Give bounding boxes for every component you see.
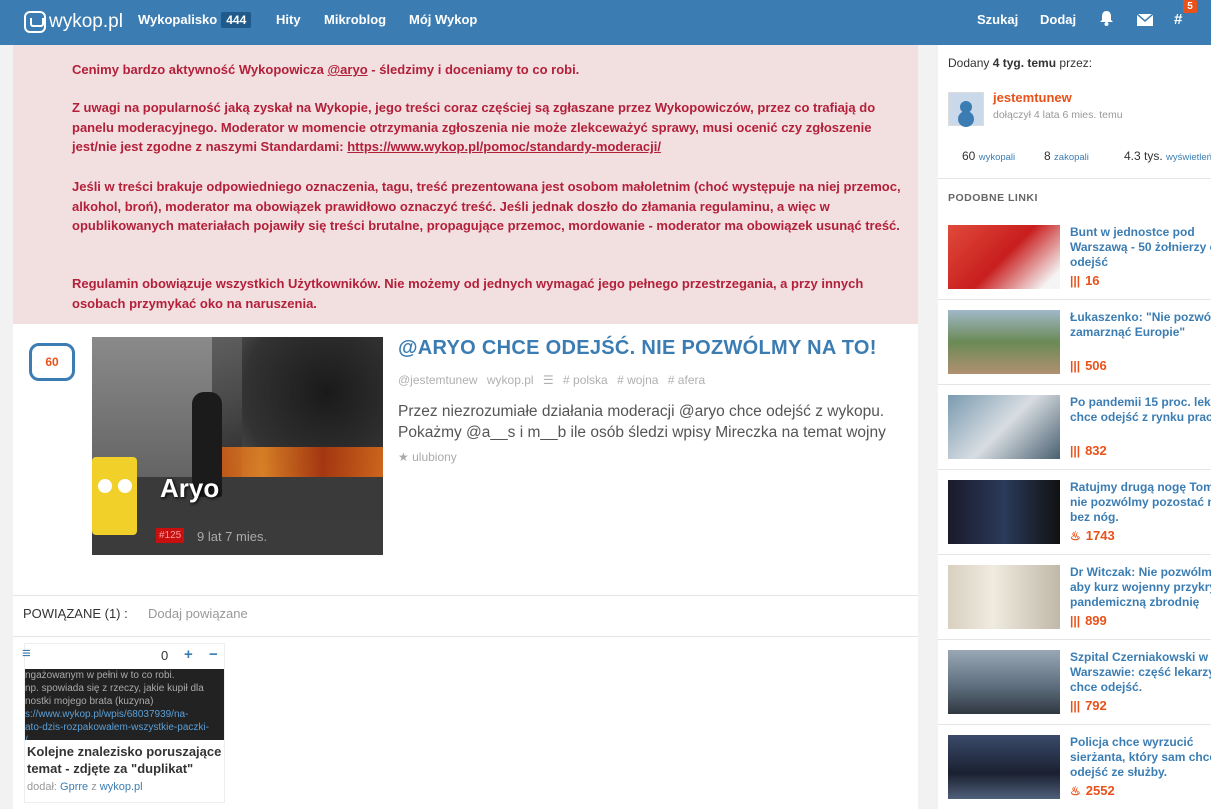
similar-count: ♨ 1743 — [1070, 528, 1115, 543]
added-info: Dodany 4 tyg. temu przez: — [948, 56, 1093, 70]
similar-count: ||| 506 — [1070, 358, 1107, 373]
post-description: Przez niezrozumiałe działania moderacji … — [398, 403, 886, 441]
similar-thumb[interactable] — [948, 480, 1060, 544]
warning-paragraph-3: Jeśli w treści brakuje odpowiedniego ozn… — [72, 179, 901, 233]
author-avatar[interactable] — [948, 92, 984, 126]
wykop-logo[interactable]: wykop.pl — [24, 9, 123, 35]
thumb-rank: #125 — [156, 528, 185, 543]
spongebob-avatar — [92, 457, 137, 535]
divider — [938, 299, 1211, 300]
divider — [938, 724, 1211, 725]
similar-title[interactable]: Ratujmy drugą nogę Tom nie pozwólmy pozos… — [1070, 480, 1211, 525]
thumb-username: Aryo — [160, 473, 220, 503]
tag-afera[interactable]: # afera — [668, 373, 705, 387]
divider — [938, 384, 1211, 385]
flame-icon: ||| — [1070, 614, 1081, 628]
similar-title[interactable]: Dr Witczak: Nie pozwólm aby kurz wojenny … — [1070, 565, 1211, 610]
similar-count: ||| 792 — [1070, 698, 1107, 713]
aryo-mention-link[interactable]: @aryo — [328, 62, 368, 77]
vote-counter[interactable]: 60 — [29, 343, 75, 381]
post-title[interactable]: @ARYO CHCE ODEJŚĆ. NIE POZWÓLMY NA TO! — [398, 337, 877, 360]
warning-paragraph-4: Regulamin obowiązuje wszystkich Użytkown… — [72, 276, 864, 311]
related-card-byline: dodał: Gprre z wykop.pl — [27, 781, 143, 793]
bell-icon[interactable] — [1100, 11, 1113, 30]
main-content: Cenimy bardzo aktywność Wykopowicza @ary… — [13, 45, 918, 809]
similar-thumb[interactable] — [948, 225, 1060, 289]
logo-text: wykop.pl — [49, 11, 123, 32]
similar-title[interactable]: Łukaszenko: "Nie pozwól zamarznąć Europie… — [1070, 310, 1211, 340]
similar-title[interactable]: Po pandemii 15 proc. leka chce odejść z r… — [1070, 395, 1211, 425]
sidebar: Dodany 4 tyg. temu przez: jestemtunew do… — [938, 45, 1211, 809]
search-button[interactable]: Szukaj — [977, 12, 1018, 27]
nav-wykopalisko[interactable]: Wykopalisko 444 — [138, 12, 252, 28]
similar-count: ||| 16 — [1070, 273, 1100, 288]
related-card-image[interactable]: ngażowanym w pełni w to co robi. np. spo… — [25, 669, 224, 740]
post-meta: @jestemtunew wykop.pl ☰ # polska # wojna… — [398, 373, 711, 387]
divider — [938, 554, 1211, 555]
post-source[interactable]: wykop.pl — [487, 373, 534, 387]
similar-thumb[interactable] — [948, 565, 1060, 629]
author-username[interactable]: jestemtunew — [993, 90, 1072, 105]
stat-wyswietlen: 4.3 tys. wyświetleń — [1124, 149, 1211, 163]
similar-count: ||| 832 — [1070, 443, 1107, 458]
flame-icon: ||| — [1070, 444, 1081, 458]
favorite-label: ulubiony — [412, 450, 457, 464]
tag-wojna[interactable]: # wojna — [617, 373, 658, 387]
divider — [938, 178, 1211, 179]
post-thumbnail[interactable]: Aryo #125 9 lat 7 mies. — [92, 337, 383, 555]
vote-plus-button[interactable]: + — [184, 646, 193, 663]
warning-paragraph-2: Z uwagi na popularność jaką zyskał na Wy… — [72, 100, 876, 154]
related-vote-count: 0 — [161, 648, 169, 663]
thumb-account-age: 9 lat 7 mies. — [197, 529, 268, 544]
tag-polska[interactable]: # polska — [563, 373, 608, 387]
nav-mikroblog[interactable]: Mikroblog — [324, 12, 386, 27]
similar-count: ♨ 2552 — [1070, 783, 1115, 798]
divider — [13, 636, 918, 637]
divider — [938, 469, 1211, 470]
list-icon: ☰ — [542, 373, 554, 387]
similar-thumb[interactable] — [948, 735, 1060, 799]
divider — [13, 595, 918, 596]
hot-icon: ♨ — [1070, 529, 1081, 543]
flame-icon: ||| — [1070, 274, 1081, 288]
add-related-link[interactable]: Dodaj powiązane — [148, 606, 248, 621]
divider — [938, 639, 1211, 640]
similar-count: ||| 899 — [1070, 613, 1107, 628]
similar-title[interactable]: Szpital Czerniakowski w Warszawie: część … — [1070, 650, 1211, 695]
notification-badge: 5 — [1183, 0, 1197, 13]
wykopalisko-count-badge: 444 — [221, 12, 252, 28]
moderation-warning: Cenimy bardzo aktywność Wykopowicza @ary… — [13, 45, 918, 324]
menu-icon[interactable]: ≡ — [22, 645, 31, 662]
standards-link[interactable]: https://www.wykop.pl/pomoc/standardy-mod… — [347, 139, 661, 154]
top-navigation-bar: wykop.pl Wykopalisko 444 Hity Mikroblog M… — [0, 0, 1211, 45]
vote-minus-button[interactable]: − — [209, 646, 218, 663]
mail-icon[interactable] — [1136, 13, 1154, 30]
author-joined: dołączył 4 lata 6 mies. temu — [993, 109, 1123, 121]
stat-wykopali: 60 wykopali — [962, 149, 1016, 163]
hot-icon: ♨ — [1070, 784, 1081, 798]
nav-moj-wykop[interactable]: Mój Wykop — [409, 12, 477, 27]
post-author[interactable]: @jestemtunew — [398, 373, 478, 387]
similar-thumb[interactable] — [948, 310, 1060, 374]
related-card-title[interactable]: Kolejne znalezisko poruszające temat - z… — [27, 743, 227, 777]
wykop-logo-icon — [24, 11, 46, 33]
similar-title[interactable]: Policja chce wyrzucić sierżanta, który sa… — [1070, 735, 1211, 780]
similar-thumb[interactable] — [948, 395, 1060, 459]
nav-hity[interactable]: Hity — [276, 12, 301, 27]
hashtag-icon[interactable]: # — [1174, 11, 1182, 28]
flame-icon: ||| — [1070, 699, 1081, 713]
similar-thumb[interactable] — [948, 650, 1060, 714]
related-card-source[interactable]: wykop.pl — [100, 781, 143, 793]
flame-icon: ||| — [1070, 359, 1081, 373]
related-label: POWIĄZANE (1) : — [23, 606, 128, 621]
star-icon: ★ — [398, 450, 409, 464]
favorite-button[interactable]: ★ ulubiony — [398, 450, 457, 464]
warning-paragraph-1: Cenimy bardzo aktywność Wykopowicza @ary… — [72, 62, 580, 77]
related-card-user[interactable]: Gprre — [60, 781, 88, 793]
stat-zakopali: 8 zakopali — [1044, 149, 1089, 163]
nav-wykopalisko-label: Wykopalisko — [138, 12, 218, 27]
similar-title[interactable]: Bunt w jednostce pod Warszawą - 50 żołnie… — [1070, 225, 1211, 270]
similar-links-heading: PODOBNE LINKI — [948, 192, 1038, 204]
add-button[interactable]: Dodaj — [1040, 12, 1076, 27]
